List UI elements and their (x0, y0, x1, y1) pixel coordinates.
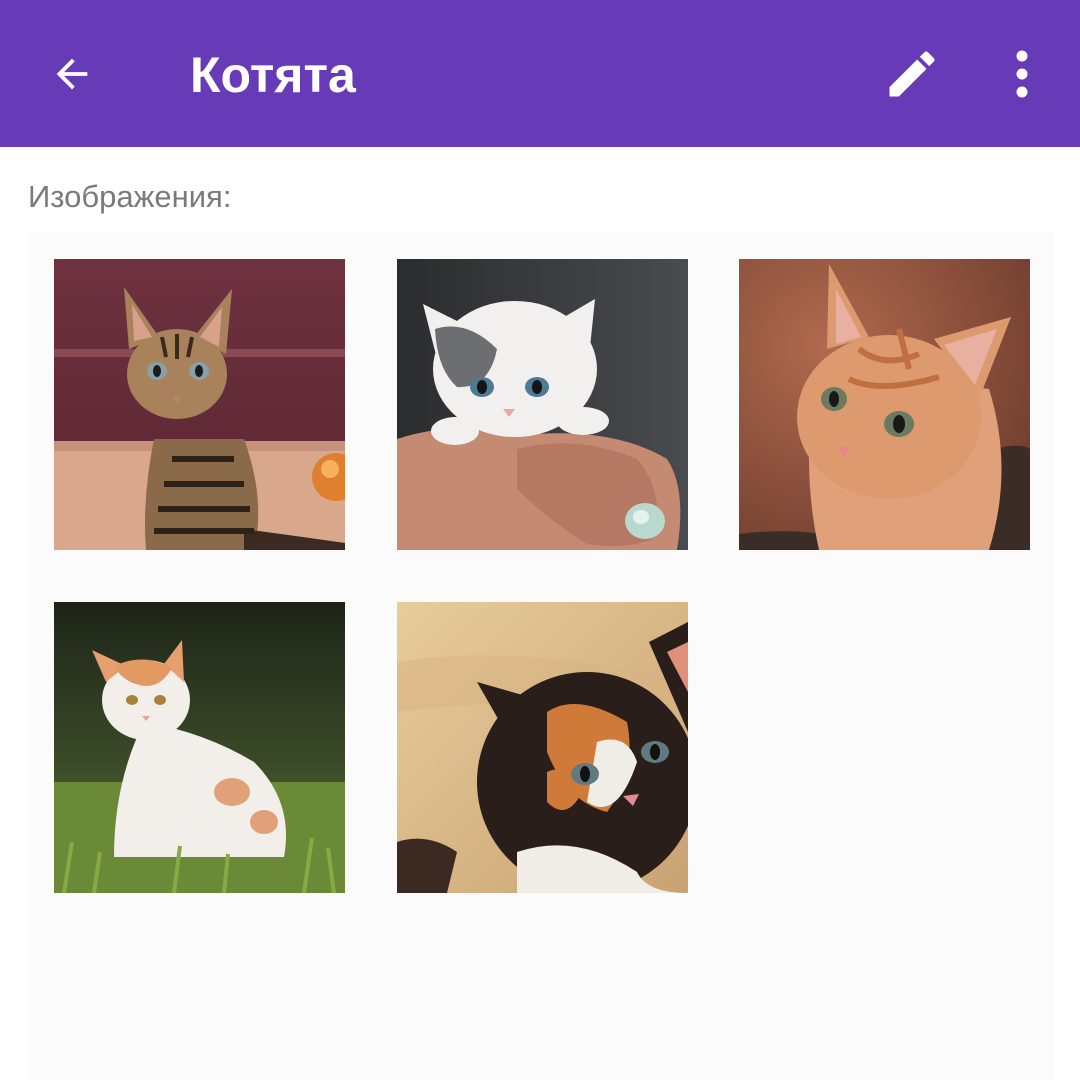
kitten-image-2[interactable] (397, 259, 688, 550)
images-label: Изображения: (28, 179, 232, 214)
pencil-icon (889, 51, 935, 97)
calico-kitten-photo (397, 602, 688, 893)
kitten-image-3[interactable] (739, 259, 1030, 550)
kitten-image-1[interactable] (54, 259, 345, 550)
tabby-kitten-photo (54, 259, 345, 550)
back-button[interactable] (32, 38, 112, 110)
image-gallery (28, 232, 1054, 1080)
more-vert-icon (1016, 50, 1028, 98)
app-bar: Котята (0, 0, 1080, 147)
arrow-back-icon (56, 58, 88, 90)
white-orange-kitten-in-grass-photo (54, 602, 345, 893)
white-gray-kitten-in-hand-photo (397, 259, 688, 550)
orange-kitten-photo (739, 259, 1030, 550)
kitten-image-4[interactable] (54, 602, 345, 893)
more-options-button[interactable] (992, 36, 1052, 112)
kitten-image-5[interactable] (397, 602, 688, 893)
edit-button[interactable] (872, 36, 952, 112)
page-title: Котята (190, 47, 356, 103)
